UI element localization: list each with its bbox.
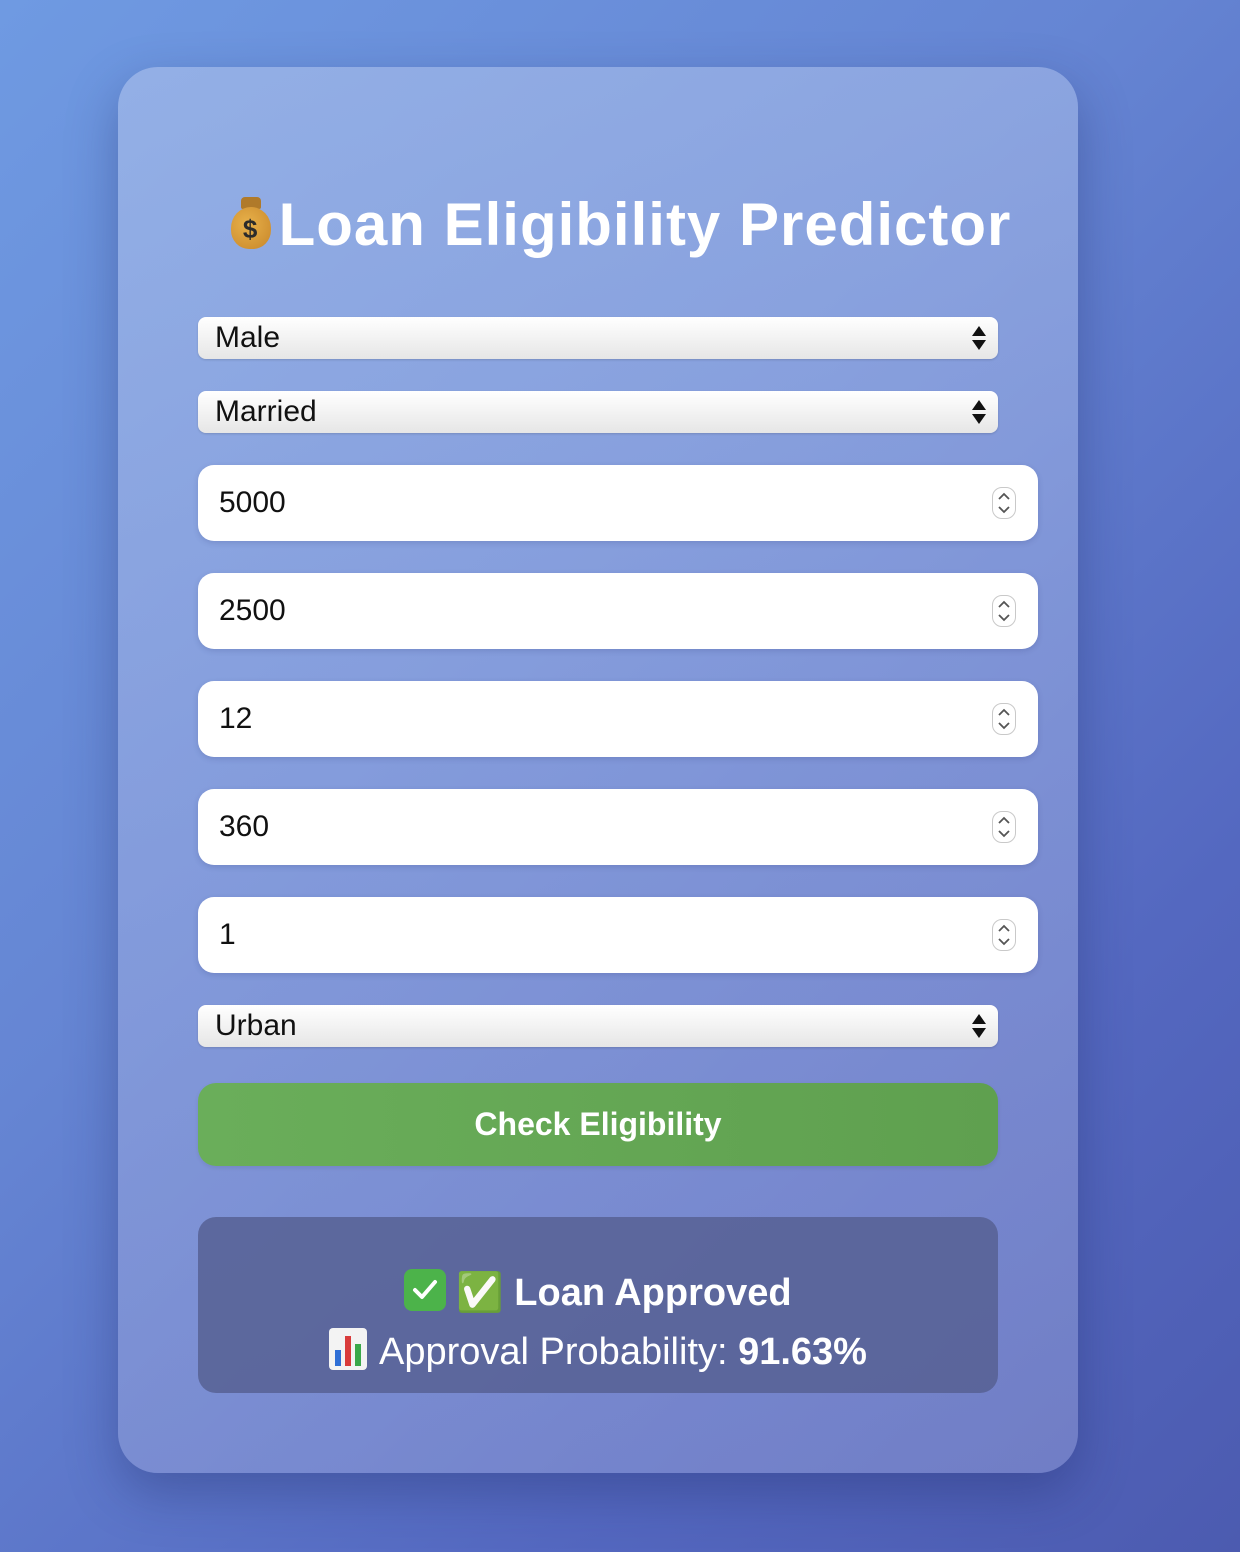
select-arrows-icon	[971, 325, 987, 351]
probability-value: 91.63%	[738, 1331, 867, 1373]
gender-select[interactable]: Male	[198, 317, 998, 359]
applicant-income-input[interactable]: 5000	[198, 465, 1038, 541]
bar-chart-icon	[329, 1328, 368, 1370]
result-status-text: ✅ Loan Approved	[456, 1272, 792, 1314]
number-stepper-icon[interactable]	[992, 487, 1016, 519]
coapplicant-income-input[interactable]: 2500	[198, 573, 1038, 649]
money-bag-icon: $	[229, 197, 273, 249]
gender-select-value: Male	[215, 321, 281, 354]
property-area-select[interactable]: Urban	[198, 1005, 998, 1047]
married-select[interactable]: Married	[198, 391, 998, 433]
loan-amount-value: 12	[219, 702, 253, 735]
applicant-income-value: 5000	[219, 486, 286, 519]
number-stepper-icon[interactable]	[992, 811, 1016, 843]
probability-label: Approval Probability:	[379, 1331, 739, 1373]
check-eligibility-button[interactable]: Check Eligibility	[198, 1083, 998, 1166]
page-title-text: Loan Eligibility Predictor	[278, 191, 1012, 258]
loan-amount-input[interactable]: 12	[198, 681, 1038, 757]
number-stepper-icon[interactable]	[992, 919, 1016, 951]
loan-term-input[interactable]: 360	[198, 789, 1038, 865]
page-title: $ Loan Eligibility Predictor	[0, 190, 1240, 259]
check-mark-icon	[404, 1269, 447, 1311]
loan-term-value: 360	[219, 810, 270, 843]
select-arrows-icon	[971, 399, 987, 425]
property-area-select-value: Urban	[215, 1009, 297, 1042]
result-status: ✅ Loan Approved	[198, 1269, 998, 1315]
result-probability: Approval Probability: 91.63%	[198, 1328, 998, 1374]
result-panel: ✅ Loan Approved Approval Probability: 91…	[198, 1217, 998, 1393]
number-stepper-icon[interactable]	[992, 595, 1016, 627]
coapplicant-income-value: 2500	[219, 594, 286, 627]
credit-history-value: 1	[219, 918, 236, 951]
number-stepper-icon[interactable]	[992, 703, 1016, 735]
credit-history-input[interactable]: 1	[198, 897, 1038, 973]
married-select-value: Married	[215, 395, 317, 428]
select-arrows-icon	[971, 1013, 987, 1039]
